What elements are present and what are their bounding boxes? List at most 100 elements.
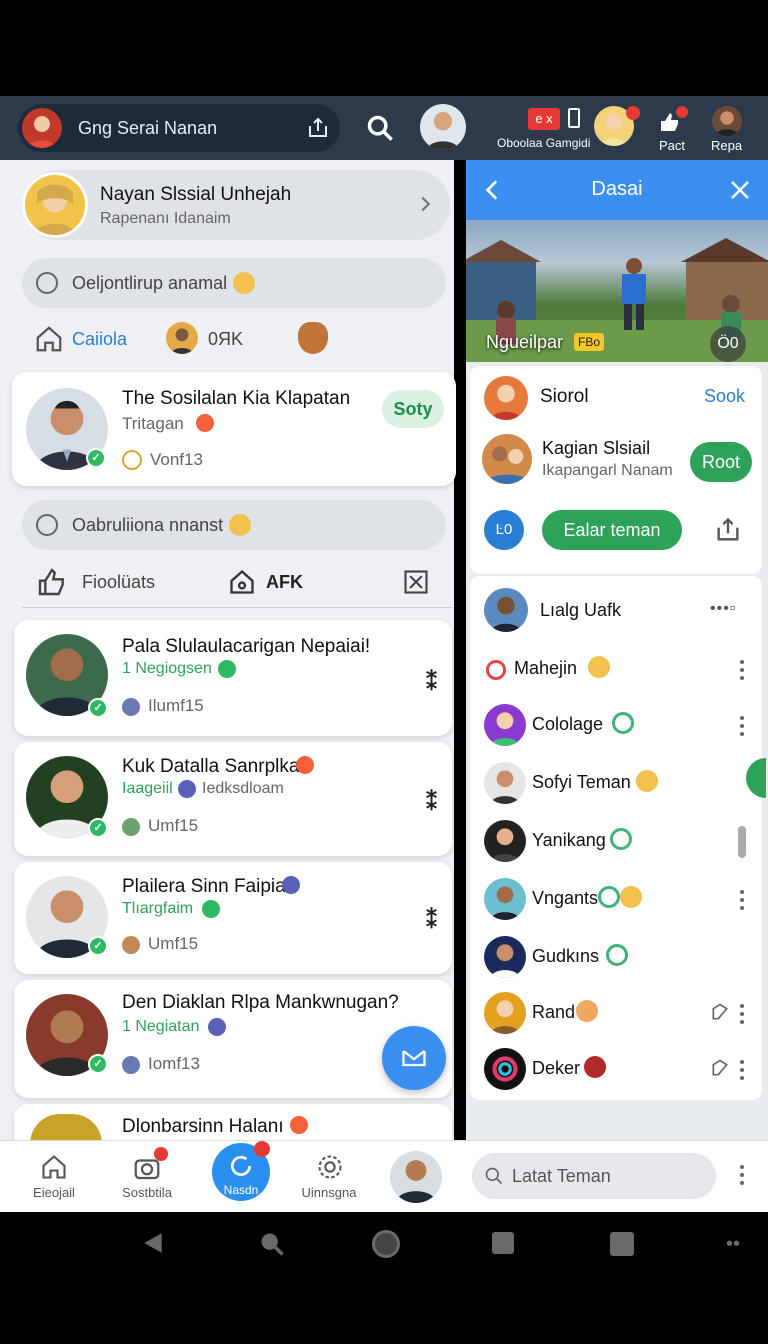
friend-avatar[interactable] xyxy=(484,1048,526,1090)
repa-avatar[interactable] xyxy=(712,106,742,136)
top-search-box[interactable]: Gng Serai Nanan xyxy=(18,104,340,152)
profile-header[interactable]: Nayan Slssial Unhejah Rapenanı Idanaim xyxy=(22,170,450,240)
like-icon[interactable] xyxy=(36,566,68,598)
friend-avatar[interactable] xyxy=(484,878,526,920)
verified-badge: ✓ xyxy=(88,818,108,838)
featured-card[interactable]: ✓ The Sosilalan Kia Klapatan Tritagan Vo… xyxy=(12,372,456,486)
close-icon[interactable] xyxy=(728,178,752,202)
send-icon xyxy=(402,1050,426,1067)
more-vert-icon[interactable] xyxy=(740,716,744,736)
square-icon[interactable] xyxy=(610,1232,634,1256)
contact-avatar[interactable] xyxy=(420,104,466,150)
friend-search-input[interactable]: Latat Teman xyxy=(472,1153,716,1199)
post-card[interactable]: Dlonbarsinn Halanı xyxy=(14,1104,452,1144)
pact-label[interactable]: Pact xyxy=(659,138,685,153)
post-card[interactable]: ✓ Pala Slulaulacarigan Nepaiai! 1 Negiog… xyxy=(14,620,452,736)
friend-avatar[interactable] xyxy=(484,820,526,862)
bottom-nav: Eieojail Sostbtila Nasdn Uinnsgna Latat … xyxy=(0,1140,768,1212)
friend-name[interactable]: Deker xyxy=(532,1058,580,1079)
post-menu-icon[interactable]: ⁑ xyxy=(426,790,437,816)
more-vert-icon[interactable] xyxy=(740,1165,744,1185)
action-label-2[interactable]: AFK xyxy=(266,572,303,593)
friend-name[interactable]: Yanikang xyxy=(532,830,606,851)
user-avatar[interactable] xyxy=(22,108,62,148)
more-icon[interactable]: •• xyxy=(726,1234,740,1254)
friend-avatar[interactable] xyxy=(484,588,528,632)
ex-badge[interactable]: e x xyxy=(528,108,560,130)
more-vert-icon[interactable] xyxy=(740,890,744,910)
composer-box[interactable]: Oeljontlirup anamal xyxy=(22,258,446,308)
tag-icon[interactable] xyxy=(710,1058,730,1078)
featured-action-button[interactable]: Soty xyxy=(382,390,444,428)
panel-hero-image[interactable]: Ngueilpar FBo Ö0 xyxy=(466,220,768,362)
status-ring-icon xyxy=(606,944,628,966)
quick-item-ork[interactable]: 0ЯK xyxy=(208,329,243,350)
house-icon[interactable] xyxy=(228,568,256,596)
search-icon[interactable] xyxy=(366,114,394,142)
friend-name[interactable]: Cololage xyxy=(532,714,603,735)
left-chip[interactable]: Ŀ0 xyxy=(484,510,524,550)
composer-box-2[interactable]: Oabruliiona nnanst xyxy=(22,500,446,550)
camera-badge xyxy=(154,1147,168,1161)
close-box-icon[interactable] xyxy=(402,568,430,596)
status-ring-icon xyxy=(598,886,620,908)
post-menu-icon[interactable]: ⁑ xyxy=(426,908,437,934)
post-card[interactable]: ✓ Den Diaklan Rlpa Mankwnugan? 1 Negiata… xyxy=(14,980,452,1098)
chevron-right-icon[interactable] xyxy=(414,193,436,215)
back-icon[interactable] xyxy=(140,1230,166,1256)
item-action-link[interactable]: Sook xyxy=(704,386,745,407)
nav-settings-label[interactable]: Uinnsgna xyxy=(284,1185,374,1200)
item-action-button[interactable]: Root xyxy=(690,442,752,482)
gear-icon[interactable] xyxy=(316,1153,344,1181)
emoji-icon[interactable] xyxy=(233,272,256,294)
recents-icon[interactable] xyxy=(492,1232,514,1254)
friend-name[interactable]: Vngants xyxy=(532,888,598,909)
home-button-icon[interactable] xyxy=(372,1230,400,1258)
friend-name[interactable]: Lıalg Uafk xyxy=(540,600,621,621)
notification-dot xyxy=(626,106,640,120)
friend-name[interactable]: Mahejin xyxy=(514,658,577,679)
more-icon[interactable]: •••▫ xyxy=(710,600,736,618)
quick-avatar[interactable] xyxy=(166,322,198,354)
nav-home-label[interactable]: Eieojail xyxy=(9,1185,99,1200)
friend-avatar[interactable] xyxy=(484,992,526,1034)
compose-fab[interactable] xyxy=(382,1026,446,1090)
share-icon[interactable] xyxy=(306,116,330,140)
friend-avatar[interactable] xyxy=(484,762,526,804)
friend-name[interactable]: Sofyi Teman xyxy=(532,772,631,793)
more-vert-icon[interactable] xyxy=(740,660,744,680)
friend-avatar[interactable] xyxy=(484,704,526,746)
friend-avatar[interactable] xyxy=(484,936,526,978)
profile-avatar[interactable] xyxy=(22,172,88,238)
home-icon[interactable] xyxy=(34,324,64,354)
action-label-1[interactable]: Fioolüats xyxy=(82,572,155,593)
scrollbar[interactable] xyxy=(738,826,746,858)
more-vert-icon[interactable] xyxy=(740,1060,744,1080)
share-icon[interactable] xyxy=(714,516,742,544)
post-menu-icon[interactable]: ⁑ xyxy=(426,670,437,696)
repa-label[interactable]: Repa xyxy=(711,138,742,153)
search-icon[interactable] xyxy=(258,1230,286,1258)
more-vert-icon[interactable] xyxy=(740,1004,744,1024)
post-title: Dlonbarsinn Halanı xyxy=(122,1116,284,1137)
emoji-icon xyxy=(636,770,658,792)
emoji-icon[interactable] xyxy=(229,514,252,536)
mascot-icon[interactable] xyxy=(298,322,328,354)
item-name: Siorol xyxy=(540,386,589,407)
post-card[interactable]: ✓ Plailera Sinn Faipiaı Tlıargfaim Umf15… xyxy=(14,862,452,974)
post-card[interactable]: ✓ Kuk Datalla Sanrplkan Iaageiil Iedksdl… xyxy=(14,742,452,856)
nav-notif-label[interactable]: Sostbtila xyxy=(102,1185,192,1200)
friend-name[interactable]: Gudkıns xyxy=(532,946,599,967)
profile-nav-avatar[interactable] xyxy=(390,1151,442,1203)
item-avatar-2[interactable] xyxy=(482,434,532,484)
post-title: Kuk Datalla Sanrplkan xyxy=(122,756,310,777)
hero-caption-badge: FBo xyxy=(574,333,605,351)
green-tab[interactable] xyxy=(746,758,766,798)
add-friend-button[interactable]: Ealar teman xyxy=(542,510,682,550)
home-icon[interactable] xyxy=(40,1153,68,1181)
tag-icon[interactable] xyxy=(710,1002,730,1022)
friend-name[interactable]: Rand xyxy=(532,1002,575,1023)
quick-item-caiiola[interactable]: Caiiola xyxy=(72,329,127,350)
hero-badge[interactable]: Ö0 xyxy=(710,326,746,362)
item-avatar[interactable] xyxy=(484,376,528,420)
